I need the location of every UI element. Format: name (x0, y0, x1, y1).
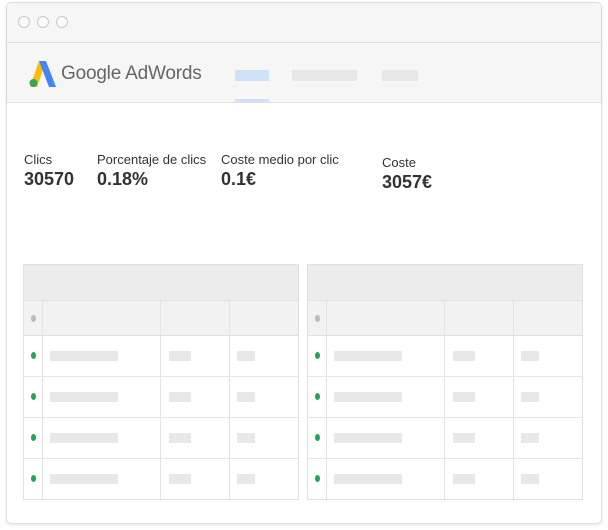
cell-placeholder (453, 474, 475, 484)
status-dot (31, 352, 36, 359)
metric-cost: Coste 3057€ (382, 155, 432, 193)
table-column-header (24, 301, 298, 336)
cell-placeholder (237, 433, 255, 443)
table-row[interactable] (308, 377, 582, 418)
cell-placeholder (521, 392, 539, 402)
metric-value: 3057€ (382, 172, 433, 192)
table-row[interactable] (24, 459, 298, 500)
metric-label: Clics (24, 152, 53, 167)
cell-placeholder (521, 433, 539, 443)
cell-placeholder (169, 392, 191, 402)
cell-placeholder (169, 474, 191, 484)
cell-placeholder (50, 433, 118, 443)
tab-1[interactable] (235, 70, 269, 81)
status-dot (31, 475, 36, 482)
table-row[interactable] (308, 336, 582, 377)
cell-placeholder (237, 392, 255, 402)
table-title-bar (24, 265, 298, 301)
cell-placeholder (169, 433, 191, 443)
metric-ctr: Porcentaje de clics 0.18% (97, 152, 206, 190)
table-row[interactable] (308, 459, 582, 500)
cell-placeholder (50, 474, 118, 484)
cell-placeholder (237, 474, 255, 484)
metric-value: 30570 (24, 169, 75, 189)
header-status-dot (315, 315, 320, 322)
metric-value: 0.1€ (221, 169, 257, 189)
metric-label: Coste medio por clic (221, 152, 339, 167)
minimize-dot[interactable] (37, 16, 49, 28)
tab-3[interactable] (382, 70, 418, 81)
tab-2[interactable] (292, 70, 357, 81)
cell-placeholder (453, 433, 475, 443)
cell-placeholder (334, 351, 402, 361)
cell-placeholder (453, 392, 475, 402)
status-dot (315, 393, 320, 400)
status-dot (315, 434, 320, 441)
table-row[interactable] (24, 377, 298, 418)
status-dot (31, 434, 36, 441)
cell-placeholder (169, 351, 191, 361)
app-header: Google AdWords (7, 43, 601, 103)
status-dot (315, 352, 320, 359)
cell-placeholder (521, 351, 539, 361)
data-table-right (307, 264, 583, 501)
maximize-dot[interactable] (56, 16, 68, 28)
data-table-left (23, 264, 299, 501)
metric-label: Coste (382, 155, 416, 170)
cell-placeholder (50, 351, 118, 361)
cell-placeholder (334, 474, 402, 484)
metric-clics: Clics 30570 (24, 152, 74, 190)
status-dot (31, 393, 36, 400)
adwords-logo-icon[interactable] (29, 61, 57, 87)
window-titlebar (7, 3, 601, 43)
cell-placeholder (334, 392, 402, 402)
cell-placeholder (521, 474, 539, 484)
table-row[interactable] (24, 418, 298, 459)
status-dot (315, 475, 320, 482)
close-dot[interactable] (18, 16, 30, 28)
metric-cpc: Coste medio por clic 0.1€ (221, 152, 339, 190)
table-title-bar (308, 265, 582, 301)
cell-placeholder (453, 351, 475, 361)
cell-placeholder (334, 433, 402, 443)
cell-placeholder (50, 392, 118, 402)
cell-placeholder (237, 351, 255, 361)
active-tab-indicator (235, 99, 269, 102)
header-status-dot (31, 315, 36, 322)
table-row[interactable] (24, 336, 298, 377)
metric-label: Porcentaje de clics (97, 152, 207, 167)
metric-value: 0.18% (97, 169, 149, 189)
table-column-header (308, 301, 582, 336)
brand-name: Google AdWords (61, 63, 202, 84)
table-row[interactable] (308, 418, 582, 459)
